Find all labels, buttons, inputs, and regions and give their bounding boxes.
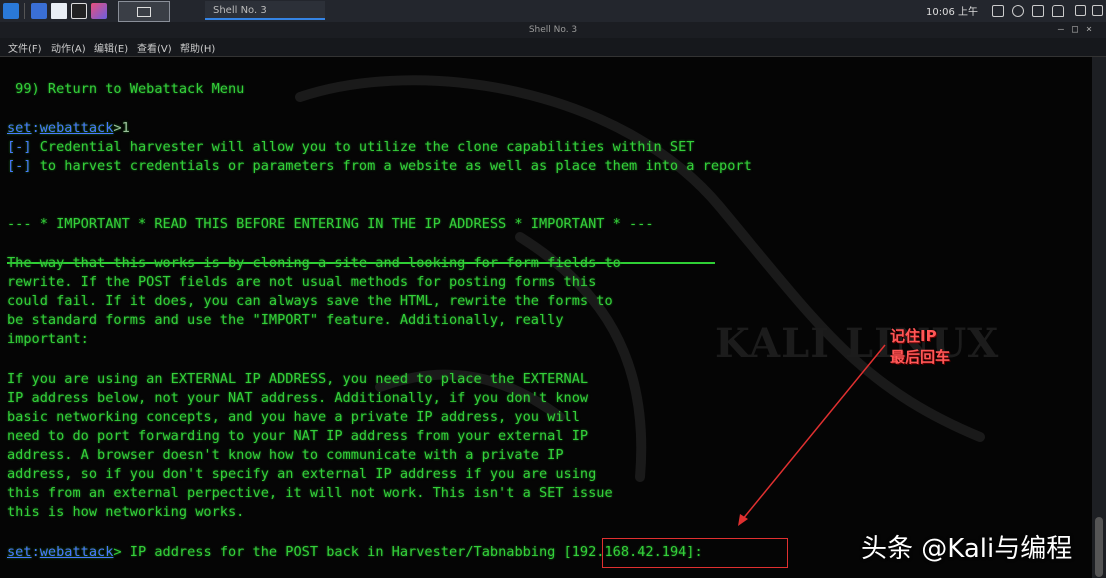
- terminal-launcher-icon[interactable]: [71, 3, 87, 19]
- tray-window-icon[interactable]: [992, 5, 1004, 17]
- brand-watermark: 头条 @Kali与编程: [861, 534, 1073, 564]
- tray-lock-icon[interactable]: [1032, 5, 1044, 17]
- info-tag: [-]: [7, 158, 32, 174]
- paragraph-line: important:: [7, 331, 89, 347]
- tray-notification-icon[interactable]: [1052, 5, 1064, 17]
- window-title: Shell No. 3: [0, 22, 1106, 38]
- info-line-1: [-] Credential harvester will allow you …: [7, 138, 694, 157]
- paragraph-line: be standard forms and use the "IMPORT" f…: [7, 312, 564, 328]
- paragraph-line: this from an external perpective, it wil…: [7, 485, 613, 501]
- browser-launcher-icon[interactable]: [91, 3, 107, 19]
- taskbar-divider: [24, 3, 25, 19]
- annotation-line: 最后回车: [890, 348, 951, 366]
- info-text: Credential harvester will allow you to u…: [31, 139, 695, 155]
- minimize-icon[interactable]: –: [1058, 24, 1072, 35]
- tray-lock-screen-icon[interactable]: [1075, 5, 1086, 16]
- tray-network-icon[interactable]: [1012, 5, 1024, 17]
- annotation-note: 记住IP 最后回车: [890, 326, 950, 368]
- paragraph-line: address. A browser doesn't know how to c…: [7, 447, 564, 463]
- annotation-line: 记住IP: [890, 327, 937, 345]
- kali-menu-icon[interactable]: [3, 3, 19, 19]
- important-banner: --- * IMPORTANT * READ THIS BEFORE ENTER…: [7, 216, 654, 232]
- prompt-prefix: set: [7, 544, 32, 560]
- taskbar-window-button[interactable]: Shell No. 3: [205, 1, 325, 20]
- menu-view[interactable]: 查看(V): [137, 40, 172, 55]
- menu-bar: 文件(F) 动作(A) 编辑(E) 查看(V) 帮助(H): [0, 38, 1106, 57]
- prompt-line-1: set:webattack>1: [7, 120, 130, 136]
- paragraph-line: rewrite. If the POST fields are not usua…: [7, 274, 597, 290]
- ip-highlight-box: [602, 538, 788, 568]
- paragraph-line: address, so if you don't specify an exte…: [7, 466, 597, 482]
- menu-help[interactable]: 帮助(H): [180, 40, 215, 55]
- paragraph-line: could fail. If it does, you can always s…: [7, 293, 613, 309]
- info-tag: [-]: [7, 139, 32, 155]
- prompt-line-2[interactable]: set:webattack> IP address for the POST b…: [7, 543, 703, 562]
- info-line-2: [-] to harvest credentials or parameters…: [7, 157, 752, 176]
- paragraph-line: basic networking concepts, and you have …: [7, 409, 580, 425]
- prompt-prefix: set: [7, 120, 32, 136]
- prompt-input: >1: [113, 120, 130, 136]
- tray-power-icon[interactable]: [1092, 5, 1103, 16]
- menu-actions[interactable]: 动作(A): [51, 40, 86, 55]
- workspace-switcher[interactable]: [118, 1, 170, 22]
- paragraph-line: this is how networking works.: [7, 504, 245, 520]
- menu-edit[interactable]: 编辑(E): [94, 40, 128, 55]
- taskbar: Shell No. 3 10:06 上午: [0, 0, 1106, 23]
- kali-linux-watermark: KALI LINUX: [715, 320, 1000, 367]
- return-menu-line: 99) Return to Webattack Menu: [7, 81, 245, 97]
- prompt-module: webattack: [39, 544, 114, 560]
- terminal-scrollbar[interactable]: [1092, 57, 1106, 578]
- clock[interactable]: 10:06 上午: [926, 3, 978, 18]
- window-controls[interactable]: –□×: [1058, 22, 1100, 38]
- file-manager-icon[interactable]: [51, 3, 67, 19]
- menu-file[interactable]: 文件(F): [8, 40, 42, 55]
- show-desktop-icon[interactable]: [31, 3, 47, 19]
- scrollbar-thumb[interactable]: [1095, 517, 1103, 577]
- close-icon[interactable]: ×: [1086, 24, 1100, 35]
- workspace-icon: [137, 7, 151, 17]
- info-text: to harvest credentials or parameters fro…: [31, 158, 752, 174]
- paragraph-line: The way that this works is by cloning a …: [7, 255, 621, 271]
- prompt-module: webattack: [39, 120, 114, 136]
- terminal-output[interactable]: KALI LINUX 99) Return to Webattack Menu …: [0, 57, 1092, 578]
- maximize-icon[interactable]: □: [1072, 24, 1086, 35]
- paragraph-line: If you are using an EXTERNAL IP ADDRESS,…: [7, 371, 589, 387]
- paragraph-line: need to do port forwarding to your NAT I…: [7, 428, 589, 444]
- paragraph-line: IP address below, not your NAT address. …: [7, 390, 589, 406]
